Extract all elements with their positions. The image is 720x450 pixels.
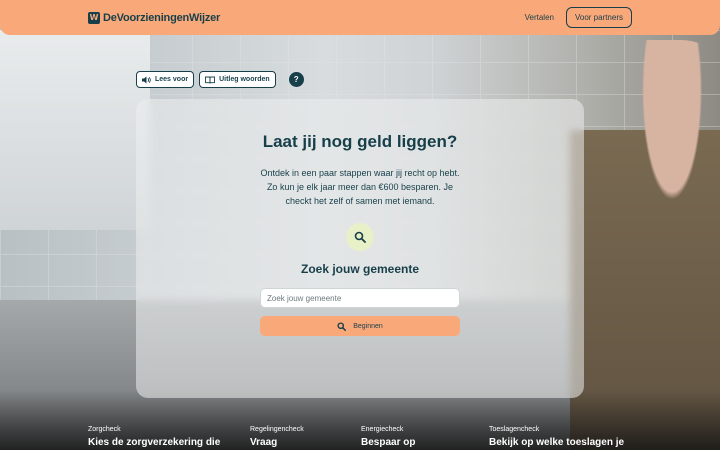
background-cabinet (0, 30, 150, 230)
municipality-heading: Zoek jouw gemeente (300, 262, 420, 276)
explain-words-button[interactable]: Uitleg woorden (199, 71, 276, 88)
tile-kicker: Regelingencheck (250, 426, 304, 433)
site-header: W DeVoorzieningenWijzer Vertalen Voor pa… (0, 0, 720, 35)
logo-text: DeVoorzieningenWijzer (103, 11, 221, 24)
municipality-search-input[interactable] (260, 288, 460, 308)
tile-toeslagencheck[interactable]: Toeslagencheck Bekijk op welke toeslagen… (489, 426, 624, 448)
tile-heading: Vraag (250, 437, 278, 448)
tile-heading: Bekijk op welke toeslagen je (489, 437, 625, 448)
help-icon[interactable]: ? (288, 72, 304, 87)
check-tiles: Zorgcheck Kies de zorgverzekering die Re… (0, 426, 720, 450)
background-person (570, 40, 720, 450)
tile-energiecheck[interactable]: Energiecheck Bespaar op (361, 426, 415, 448)
tile-kicker: Zorgcheck (88, 426, 121, 433)
logo-mark-icon: W (88, 11, 100, 24)
site-logo[interactable]: W DeVoorzieningenWijzer (88, 11, 221, 24)
hero-card: Laat jij nog geld liggen? Ontdek in een … (136, 99, 584, 398)
speaker-icon (142, 76, 151, 83)
read-aloud-button[interactable]: Lees voor (136, 71, 195, 88)
logo-mark-letter: W (89, 13, 99, 22)
tile-kicker: Energiecheck (361, 426, 404, 433)
book-icon (205, 76, 216, 84)
partners-button[interactable]: Voor partners (565, 7, 632, 28)
tile-zorgcheck[interactable]: Zorgcheck Kies de zorgverzekering die (88, 426, 220, 448)
tile-regelingencheck[interactable]: Regelingencheck Vraag (250, 426, 304, 448)
read-aloud-label: Lees voor (155, 76, 189, 83)
explain-words-label: Uitleg woorden (219, 76, 270, 83)
search-icon (337, 321, 347, 331)
search-icon (346, 223, 374, 251)
start-button[interactable]: Beginnen (260, 316, 460, 336)
header-actions: Vertalen Voor partners (525, 7, 632, 28)
start-button-label: Beginnen (353, 322, 383, 330)
hero-description: Ontdek in een paar stappen waar jij rech… (260, 168, 460, 206)
tile-heading: Bespaar op (361, 437, 416, 448)
tile-heading: Kies de zorgverzekering die (88, 437, 221, 448)
translate-link[interactable]: Vertalen (525, 13, 554, 22)
hero-title: Laat jij nog geld liggen? (262, 132, 458, 151)
accessibility-toolbar: Lees voor Uitleg woorden ? (136, 71, 304, 88)
tile-kicker: Toeslagencheck (489, 426, 540, 433)
